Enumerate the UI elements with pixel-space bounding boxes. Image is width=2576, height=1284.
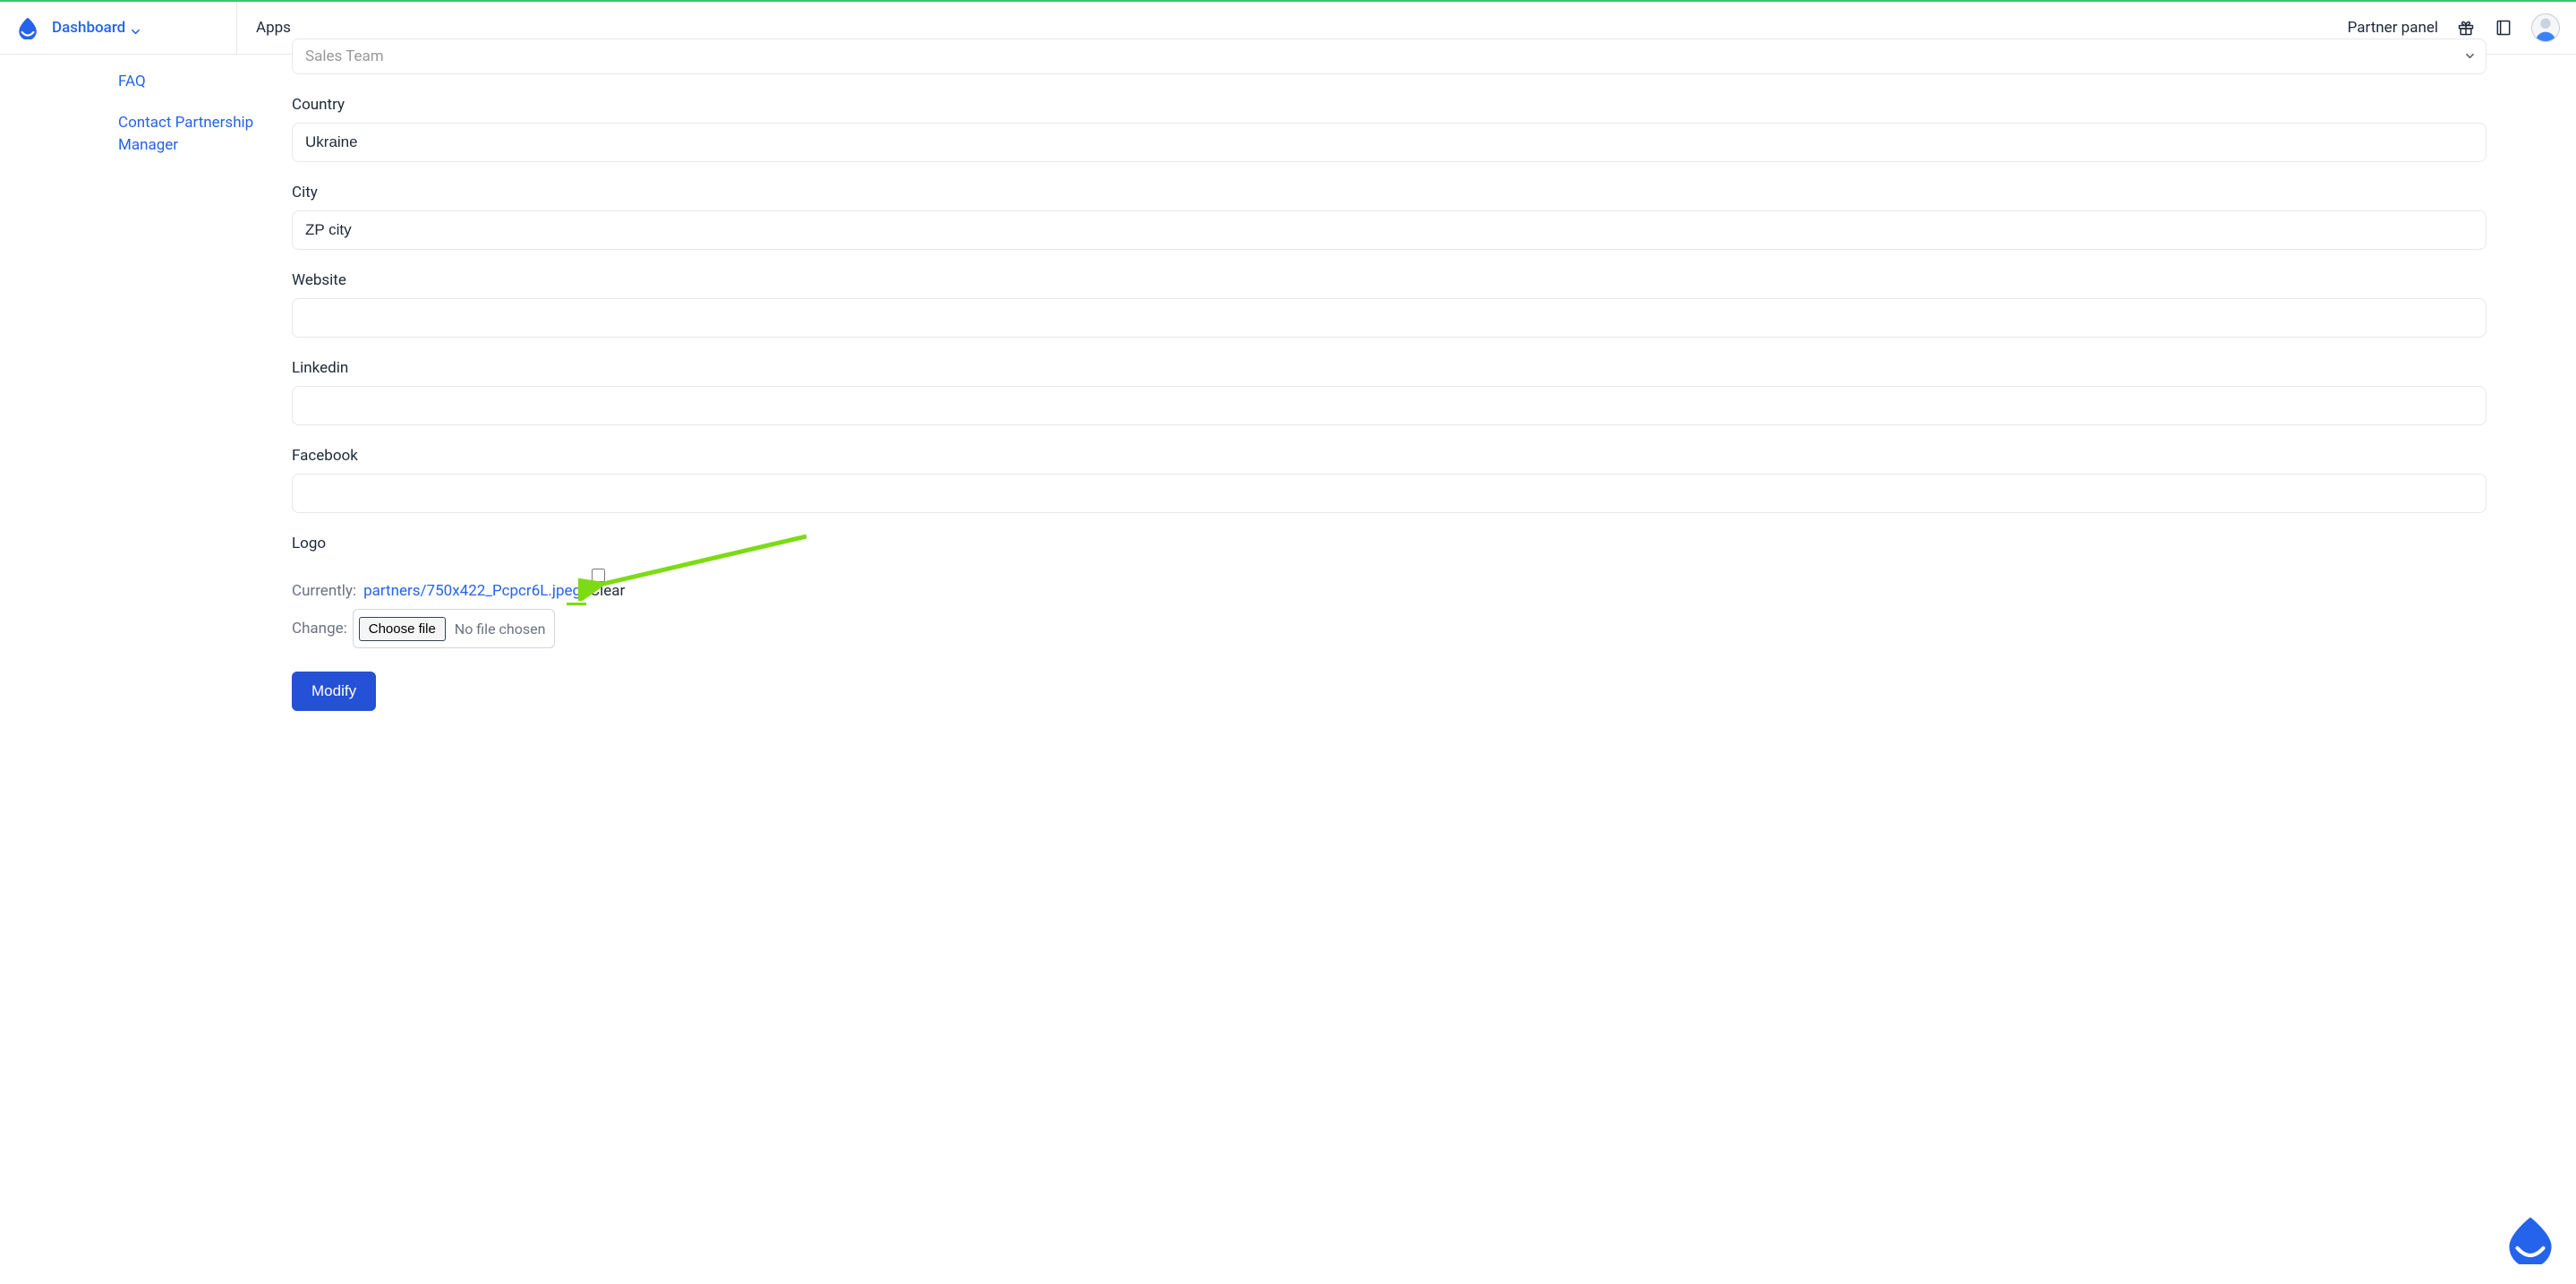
no-file-chosen-label: No file chosen [455, 621, 546, 638]
clear-logo-checkbox[interactable] [592, 569, 605, 582]
country-label: Country [292, 96, 2486, 114]
sidebar-item-contact-partnership-manager[interactable]: Contact Partnership Manager [118, 112, 266, 158]
change-prefix: Change: [292, 620, 347, 638]
gift-icon[interactable] [2456, 18, 2476, 38]
sidebar: FAQ Contact Partnership Manager [0, 55, 292, 747]
dashboard-dropdown[interactable]: Dashboard [52, 19, 141, 37]
facebook-input[interactable] [292, 474, 2486, 513]
book-icon[interactable] [2494, 18, 2513, 38]
annotation-underline [567, 603, 586, 605]
brand-logo-icon [16, 16, 39, 39]
chevron-down-icon [2465, 47, 2475, 65]
city-input[interactable] [292, 210, 2486, 250]
city-label: City [292, 184, 2486, 201]
form-area: Sales Team Country City Website Linkedin… [292, 55, 2576, 747]
logo-currently-line: Currently: partners/750x422_Pcpcr6L.jpeg… [292, 569, 625, 600]
linkedin-label: Linkedin [292, 359, 2486, 377]
file-input-wrapper: Choose file No file chosen [353, 609, 556, 648]
linkedin-input[interactable] [292, 386, 2486, 425]
avatar[interactable] [2531, 13, 2560, 42]
current-logo-link[interactable]: partners/750x422_Pcpcr6L.jpeg [363, 582, 581, 600]
country-input[interactable] [292, 123, 2486, 162]
partner-panel-link[interactable]: Partner panel [2348, 19, 2438, 37]
chevron-down-icon [131, 23, 141, 33]
apps-link[interactable]: Apps [256, 19, 291, 37]
choose-file-button[interactable]: Choose file [359, 617, 446, 641]
facebook-label: Facebook [292, 447, 2486, 465]
website-label: Website [292, 271, 2486, 289]
currently-prefix: Currently: [292, 582, 356, 600]
sales-team-select[interactable]: Sales Team [292, 39, 2486, 74]
logo-label: Logo [292, 535, 2486, 552]
select-current-value: Sales Team [305, 47, 384, 65]
website-input[interactable] [292, 298, 2486, 338]
vertical-divider [236, 2, 237, 54]
brand-label: Dashboard [52, 19, 125, 37]
modify-button[interactable]: Modify [292, 672, 376, 711]
chat-widget-icon[interactable] [2504, 1212, 2556, 1264]
sidebar-item-faq[interactable]: FAQ [118, 71, 266, 94]
clear-label: Clear [590, 582, 625, 600]
